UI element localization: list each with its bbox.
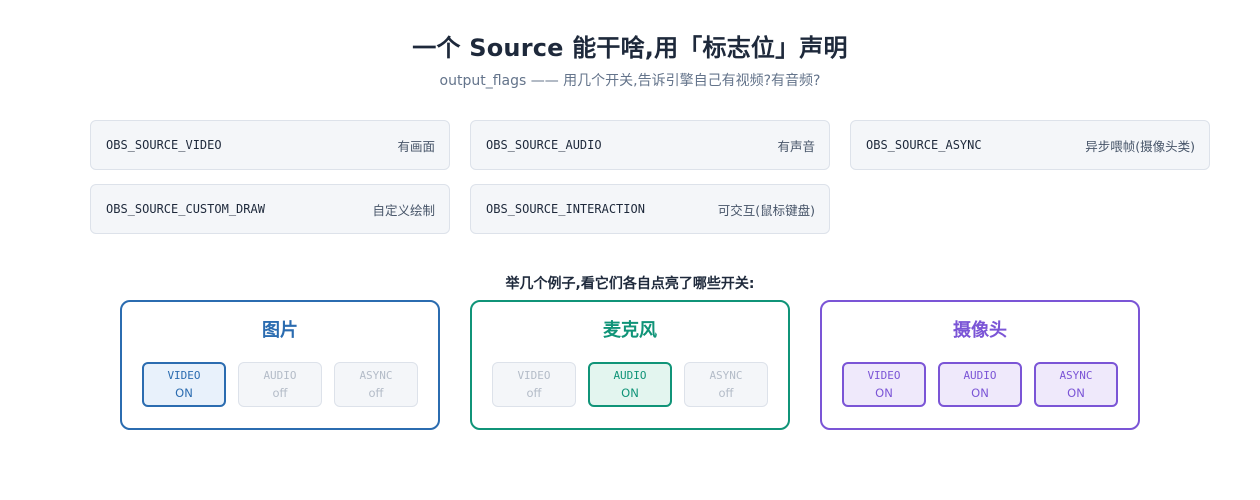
- switch-state: ON: [875, 385, 893, 400]
- example-name: 摄像头: [953, 320, 1007, 341]
- examples-title: 举几个例子,看它们各自点亮了哪些开关:: [505, 276, 755, 292]
- switch-async: ASYNC ON: [1034, 362, 1118, 407]
- switch-state: off: [272, 385, 288, 400]
- example-card-camera: 摄像头 VIDEO ON AUDIO ON ASYNC ON: [820, 300, 1140, 430]
- switch-async: ASYNC off: [334, 362, 418, 407]
- example-card-microphone: 麦克风 VIDEO off AUDIO ON ASYNC off: [470, 300, 790, 430]
- switch-state: ON: [971, 385, 989, 400]
- examples-row: 图片 VIDEO ON AUDIO off ASYNC off 麦克风 VIDE…: [120, 300, 1140, 430]
- flag-name: OBS_SOURCE_AUDIO: [486, 138, 602, 152]
- example-name: 麦克风: [603, 320, 657, 341]
- switch-label: VIDEO: [517, 368, 551, 382]
- page-subtitle: output_flags —— 用几个开关,告诉引擎自己有视频?有音频?: [439, 73, 821, 89]
- flag-name: OBS_SOURCE_VIDEO: [106, 138, 222, 152]
- switch-audio: AUDIO ON: [938, 362, 1022, 407]
- switch-label: AUDIO: [963, 368, 997, 382]
- flag-card-audio: OBS_SOURCE_AUDIO 有声音: [470, 120, 830, 170]
- flag-desc: 有声音: [777, 138, 815, 154]
- switch-video: VIDEO ON: [142, 362, 226, 407]
- switch-label: AUDIO: [263, 368, 297, 382]
- switch-state: off: [368, 385, 384, 400]
- switch-label: ASYNC: [1059, 368, 1093, 382]
- flag-name: OBS_SOURCE_ASYNC: [866, 138, 982, 152]
- switch-video: VIDEO off: [492, 362, 576, 407]
- flag-name: OBS_SOURCE_INTERACTION: [486, 202, 645, 216]
- switch-label: ASYNC: [359, 368, 393, 382]
- page-title: 一个 Source 能干啥,用「标志位」声明: [412, 34, 848, 62]
- flag-card-async: OBS_SOURCE_ASYNC 异步喂帧(摄像头类): [850, 120, 1210, 170]
- flag-desc: 有画面: [397, 138, 435, 154]
- switch-label: ASYNC: [709, 368, 743, 382]
- switch-label: VIDEO: [167, 368, 201, 382]
- switch-row: VIDEO off AUDIO ON ASYNC off: [472, 362, 788, 407]
- flag-card-interaction: OBS_SOURCE_INTERACTION 可交互(鼠标键盘): [470, 184, 830, 234]
- switch-label: AUDIO: [613, 368, 647, 382]
- flag-name: OBS_SOURCE_CUSTOM_DRAW: [106, 202, 265, 216]
- switch-state: ON: [1067, 385, 1085, 400]
- switch-async: ASYNC off: [684, 362, 768, 407]
- switch-row: VIDEO ON AUDIO off ASYNC off: [122, 362, 438, 407]
- flag-card-custom-draw: OBS_SOURCE_CUSTOM_DRAW 自定义绘制: [90, 184, 450, 234]
- switch-label: VIDEO: [867, 368, 901, 382]
- switch-audio: AUDIO ON: [588, 362, 672, 407]
- switch-state: ON: [175, 385, 193, 400]
- flag-desc: 自定义绘制: [372, 202, 435, 218]
- switch-state: ON: [621, 385, 639, 400]
- flag-desc: 异步喂帧(摄像头类): [1085, 138, 1195, 154]
- flag-grid: OBS_SOURCE_VIDEO 有画面 OBS_SOURCE_AUDIO 有声…: [90, 120, 1210, 234]
- example-card-image: 图片 VIDEO ON AUDIO off ASYNC off: [120, 300, 440, 430]
- switch-audio: AUDIO off: [238, 362, 322, 407]
- switch-state: off: [526, 385, 542, 400]
- switch-video: VIDEO ON: [842, 362, 926, 407]
- flag-card-video: OBS_SOURCE_VIDEO 有画面: [90, 120, 450, 170]
- switch-row: VIDEO ON AUDIO ON ASYNC ON: [822, 362, 1138, 407]
- example-name: 图片: [262, 320, 298, 341]
- switch-state: off: [718, 385, 734, 400]
- flag-desc: 可交互(鼠标键盘): [717, 202, 815, 218]
